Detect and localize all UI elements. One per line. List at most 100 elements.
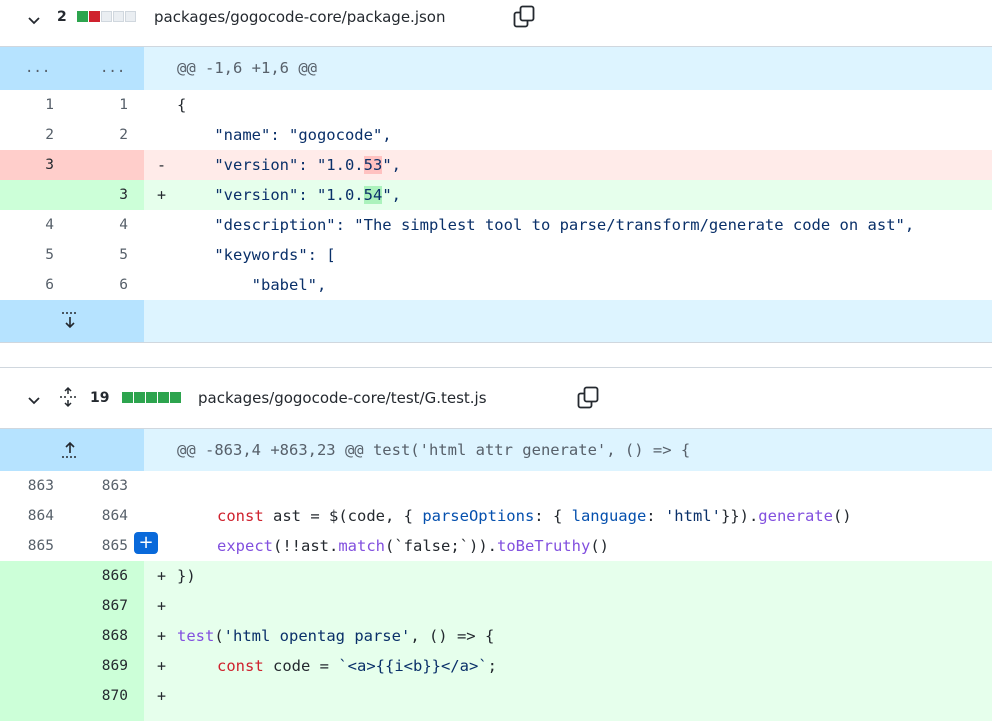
code-text: "version": "1.0.53", <box>177 150 401 180</box>
code-text: "version": "1.0.54", <box>177 180 401 210</box>
code-segment: , () => { <box>410 627 495 645</box>
copy-icon[interactable] <box>512 5 536 29</box>
diff-line: 1 1 { <box>0 90 992 120</box>
diffstat-neutral-block <box>125 11 136 22</box>
hunk-text: @@ -1,6 +1,6 @@ <box>177 59 317 77</box>
old-line-number[interactable]: 5 <box>0 240 54 270</box>
diff-line-added: 3 + "version": "1.0.54", <box>0 180 992 210</box>
file-path[interactable]: packages/gogocode-core/test/G.test.js <box>198 389 487 407</box>
file-header-2: 19 packages/gogocode-core/test/G.test.js <box>0 368 992 429</box>
code-segment: ( <box>214 627 224 645</box>
copy-icon[interactable] <box>576 386 600 410</box>
code-segment: : { <box>534 507 572 525</box>
chevron-down-icon[interactable] <box>26 12 42 28</box>
file-path[interactable]: packages/gogocode-core/package.json <box>154 8 445 26</box>
code-segment: 'html opentag parse' <box>223 627 411 645</box>
file-header-1: 2 packages/gogocode-core/package.json <box>0 0 992 47</box>
old-line-number[interactable]: 865 <box>0 531 54 561</box>
old-line-number[interactable]: 3 <box>0 150 54 180</box>
code-segment: const <box>217 657 264 675</box>
code-text: "name": "gogocode", <box>177 126 392 144</box>
code-text: expect(!!ast.match(`false;`)).toBeTruthy… <box>217 531 609 561</box>
code-segment: (!!ast. <box>273 537 339 555</box>
new-line-number[interactable]: 1 <box>72 90 128 120</box>
diff-sign: + <box>157 597 167 615</box>
code-segment: code = <box>263 657 339 675</box>
new-line-number[interactable]: 6 <box>72 270 128 300</box>
new-line-number[interactable]: 5 <box>72 240 128 270</box>
code-text: }) <box>177 567 196 585</box>
diffstat-added-block <box>122 392 133 403</box>
code-segment: expect <box>217 537 273 555</box>
hunk-dots-left: ... <box>25 60 51 76</box>
new-line-number[interactable]: 863 <box>72 471 128 501</box>
code-segment: ast = $(code, { <box>263 507 423 525</box>
new-line-number[interactable]: 868 <box>72 621 128 651</box>
old-line-number[interactable]: 1 <box>0 90 54 120</box>
code-segment: language <box>571 507 647 525</box>
code-segment: toBeTruthy <box>496 537 591 555</box>
code-text: const code = `<a>{{i<b}}</a>`; <box>217 651 497 681</box>
code-segment: parseOptions <box>422 507 535 525</box>
new-line-number[interactable]: 4 <box>72 210 128 240</box>
diff-line: 6 6 "babel", <box>0 270 992 300</box>
new-line-number[interactable]: 864 <box>72 501 128 531</box>
code-segment: "version": "1.0. <box>177 156 364 174</box>
new-line-number[interactable]: 867 <box>72 591 128 621</box>
code-segment: ; <box>487 657 497 675</box>
hunk-text: @@ -863,4 +863,23 @@ test('html attr gen… <box>177 441 691 459</box>
chevron-down-icon[interactable] <box>26 392 42 408</box>
diff-line-added: 869 + const code = `<a>{{i<b}}</a>`; <box>0 651 992 681</box>
new-line-number[interactable]: 869 <box>72 651 128 681</box>
code-segment: const <box>217 507 264 525</box>
diffstat <box>122 392 182 403</box>
diff-sign: + <box>157 567 167 585</box>
code-text: test('html opentag parse', () => { <box>177 621 494 651</box>
diffstat <box>77 11 137 22</box>
changed-segment: 54 <box>363 186 383 204</box>
expand-up-icon[interactable] <box>60 439 80 459</box>
old-line-number[interactable]: 2 <box>0 120 54 150</box>
diff-line: 863 863 <box>0 471 992 501</box>
code-text: const ast = $(code, { parseOptions: { la… <box>217 501 852 531</box>
diff-line-added: 870 + <box>0 681 992 721</box>
new-line-number[interactable]: 866 <box>72 561 128 591</box>
hunk-dots-right: ... <box>100 60 126 76</box>
file-gap <box>0 343 992 367</box>
code-segment: generate <box>758 507 833 525</box>
code-text: "keywords": [ <box>177 246 336 264</box>
old-line-number[interactable]: 863 <box>0 471 54 501</box>
diff-sign: + <box>157 657 167 675</box>
diffstat-deleted-block <box>89 11 100 22</box>
new-line-number[interactable]: 870 <box>72 681 128 711</box>
hunk-header: @@ -863,4 +863,23 @@ test('html attr gen… <box>0 429 992 471</box>
diff-line: 5 5 "keywords": [ <box>0 240 992 270</box>
diff-sign: + <box>157 186 167 204</box>
new-line-number[interactable]: 865 <box>72 531 128 561</box>
change-count: 19 <box>90 390 110 406</box>
diffstat-neutral-block <box>113 11 124 22</box>
diff-line-deleted: 3 - "version": "1.0.53", <box>0 150 992 180</box>
old-line-number[interactable]: 6 <box>0 270 54 300</box>
code-text: "babel", <box>177 276 327 294</box>
new-line-number[interactable]: 2 <box>72 120 128 150</box>
diff-line-added: 867 + <box>0 591 992 621</box>
diffstat-added-block <box>170 392 181 403</box>
add-comment-button[interactable]: + <box>134 532 158 554</box>
expand-all-icon[interactable] <box>57 386 79 408</box>
expand-down-icon[interactable] <box>60 311 80 331</box>
diffstat-added-block <box>146 392 157 403</box>
changed-segment: 53 <box>363 156 383 174</box>
code-segment: test <box>177 627 215 645</box>
old-line-number[interactable]: 864 <box>0 501 54 531</box>
code-segment: "version": "1.0. <box>177 186 364 204</box>
diff-line-added: 866 + }) <box>0 561 992 591</box>
code-segment: `<a>{{i<b}}</a>` <box>338 657 488 675</box>
code-text: "description": "The simplest tool to par… <box>177 216 915 234</box>
old-line-number[interactable]: 4 <box>0 210 54 240</box>
code-text: { <box>177 96 187 114</box>
code-segment: ", <box>382 186 401 204</box>
code-segment: () <box>832 507 852 525</box>
new-line-number[interactable]: 3 <box>72 180 128 210</box>
diffstat-added-block <box>134 392 145 403</box>
